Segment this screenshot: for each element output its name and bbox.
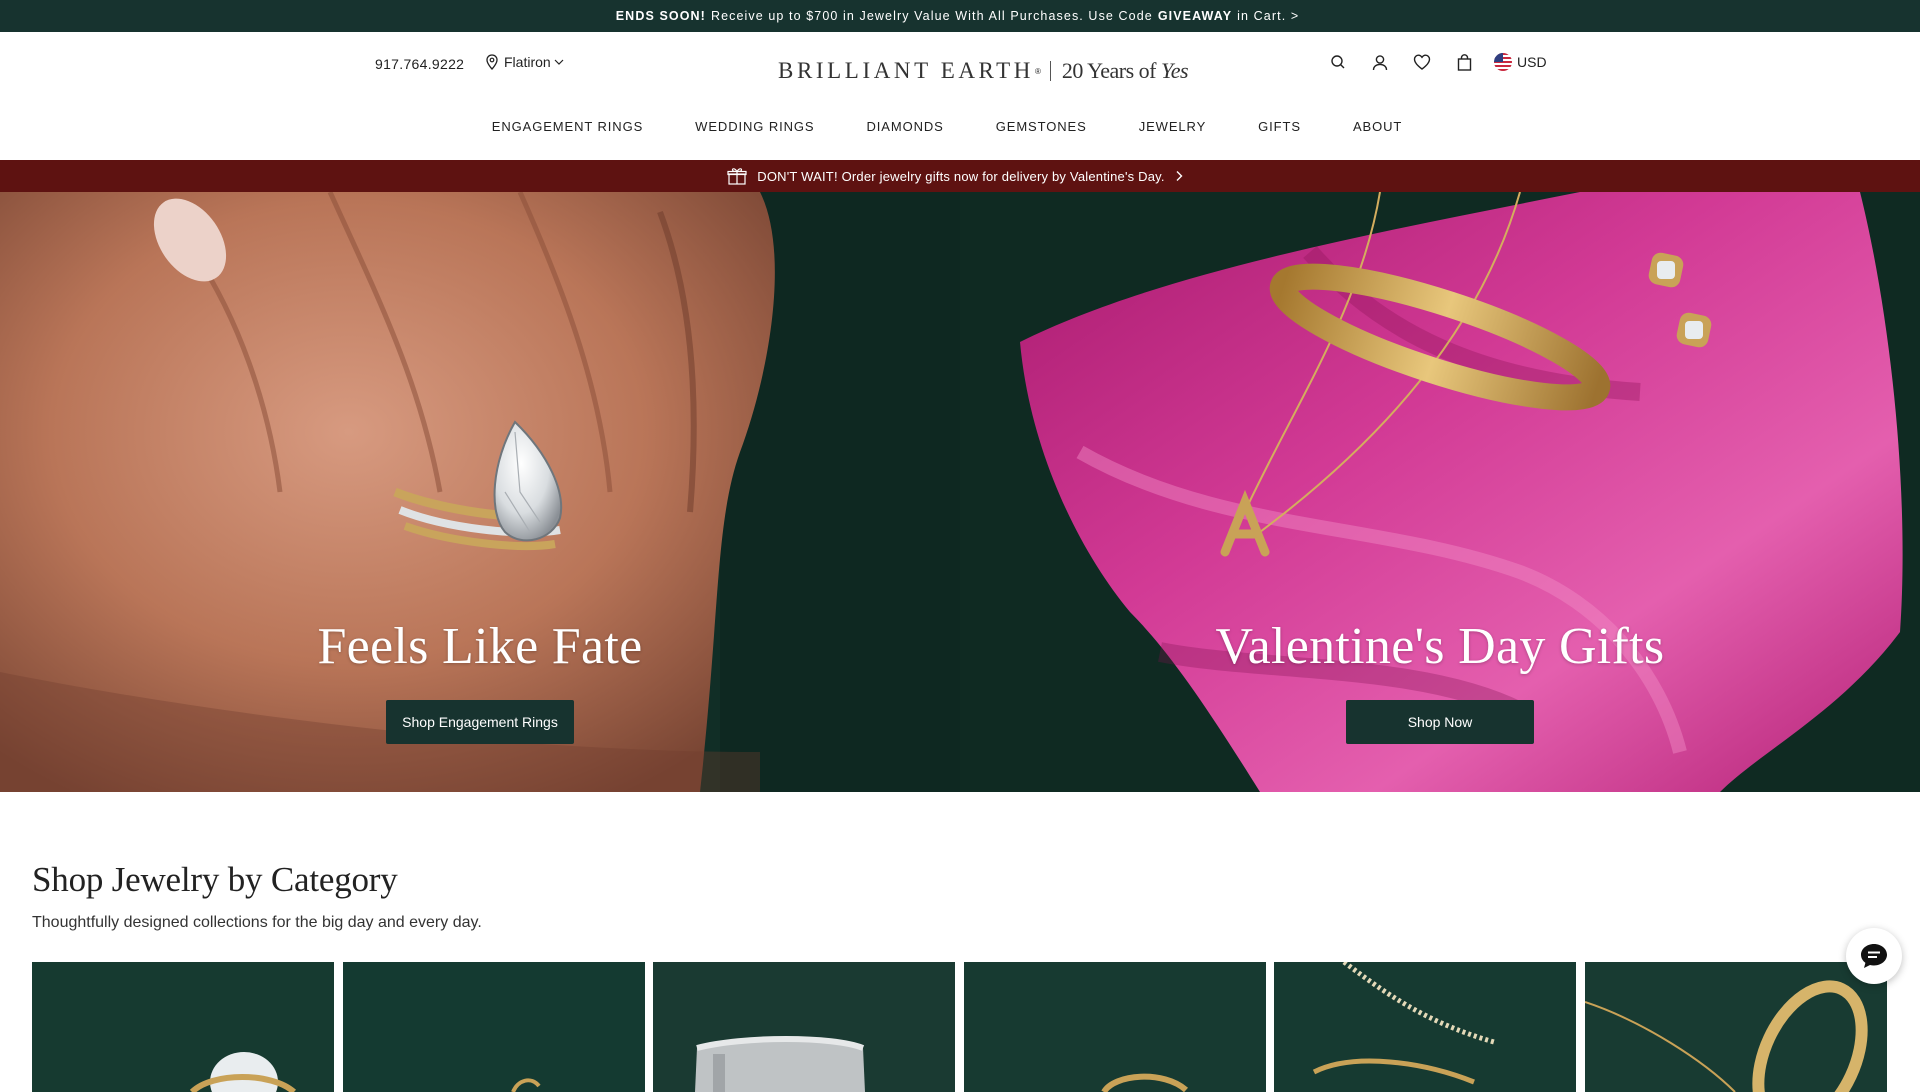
category-tile-bracelets[interactable] bbox=[1274, 962, 1577, 1092]
us-flag-icon bbox=[1494, 53, 1512, 71]
gold-band-image bbox=[963, 962, 1266, 1092]
diamond-ring-image bbox=[32, 962, 334, 1092]
header-actions: USD bbox=[1328, 52, 1547, 72]
hero-left-title: Feels Like Fate bbox=[317, 618, 643, 675]
shopping-bag-icon[interactable] bbox=[1454, 52, 1474, 72]
search-icon[interactable] bbox=[1328, 52, 1348, 72]
gift-icon bbox=[727, 168, 747, 185]
hero-engagement[interactable]: Feels Like Fate Shop Engagement Rings bbox=[0, 192, 960, 792]
promo-banner[interactable]: ENDS SOON! Receive up to $700 in Jewelry… bbox=[0, 0, 1920, 32]
category-section-title: Shop Jewelry by Category bbox=[32, 860, 398, 899]
site-header: 917.764.9222 Flatiron BRILLIANT EARTH ® 2… bbox=[0, 32, 1920, 160]
category-tile-mens[interactable] bbox=[653, 962, 956, 1092]
category-tile-wedding[interactable] bbox=[963, 962, 1266, 1092]
brand-tagline: 20 Years of Yes bbox=[1061, 58, 1189, 84]
store-name: Flatiron bbox=[504, 54, 551, 70]
category-tiles bbox=[32, 962, 1896, 1092]
registered-mark: ® bbox=[1034, 66, 1041, 76]
store-selector[interactable]: Flatiron bbox=[485, 54, 569, 70]
nav-wedding-rings[interactable]: WEDDING RINGS bbox=[695, 119, 814, 134]
promo-lead: ENDS SOON! bbox=[615, 9, 706, 23]
hero-valentines[interactable]: Valentine's Day Gifts Shop Now bbox=[960, 192, 1920, 792]
shop-now-button[interactable]: Shop Now bbox=[1346, 700, 1534, 744]
gold-ring-image bbox=[342, 962, 645, 1092]
gold-bangle-image bbox=[1584, 962, 1887, 1092]
category-section-subtitle: Thoughtfully designed collections for th… bbox=[32, 914, 482, 931]
chat-button[interactable] bbox=[1846, 928, 1902, 984]
promo-code: GIVEAWAY bbox=[1157, 9, 1233, 23]
category-tile-necklaces[interactable] bbox=[1584, 962, 1887, 1092]
chat-bubble-icon bbox=[1861, 944, 1887, 968]
nav-about[interactable]: ABOUT bbox=[1353, 119, 1402, 134]
chevron-right-icon bbox=[1176, 171, 1183, 181]
currency-label: USD bbox=[1517, 54, 1547, 70]
brand-name: BRILLIANT EARTH bbox=[778, 58, 1034, 83]
nav-diamonds[interactable]: DIAMONDS bbox=[866, 119, 943, 134]
gift-banner-text: DON'T WAIT! Order jewelry gifts now for … bbox=[757, 168, 1165, 184]
promo-text: Receive up to $700 in Jewelry Value With… bbox=[710, 9, 1153, 23]
gift-delivery-banner[interactable]: DON'T WAIT! Order jewelry gifts now for … bbox=[0, 160, 1920, 192]
main-nav: ENGAGEMENT RINGS WEDDING RINGS DIAMONDS … bbox=[0, 119, 1920, 134]
category-tile-engagement[interactable] bbox=[32, 962, 334, 1092]
logo-divider bbox=[1049, 61, 1051, 81]
account-icon[interactable] bbox=[1370, 52, 1390, 72]
shop-engagement-rings-button[interactable]: Shop Engagement Rings bbox=[386, 700, 574, 744]
tagline-text: 20 Years of bbox=[1061, 58, 1157, 83]
currency-selector[interactable]: USD bbox=[1494, 53, 1547, 71]
category-tile-rings[interactable] bbox=[342, 962, 645, 1092]
nav-gifts[interactable]: GIFTS bbox=[1258, 119, 1301, 134]
phone-number[interactable]: 917.764.9222 bbox=[375, 56, 464, 72]
nav-engagement-rings[interactable]: ENGAGEMENT RINGS bbox=[492, 119, 643, 134]
mens-band-image bbox=[653, 962, 956, 1092]
tagline-script: Yes bbox=[1161, 58, 1189, 83]
nav-jewelry[interactable]: JEWELRY bbox=[1139, 119, 1206, 134]
nav-gemstones[interactable]: GEMSTONES bbox=[996, 119, 1087, 134]
location-pin-icon bbox=[486, 54, 498, 70]
tennis-bracelet-image bbox=[1274, 962, 1577, 1092]
chevron-down-icon bbox=[554, 59, 564, 65]
promo-tail: in Cart. > bbox=[1237, 9, 1300, 23]
hero-right-title: Valentine's Day Gifts bbox=[1215, 618, 1665, 675]
wishlist-heart-icon[interactable] bbox=[1412, 52, 1432, 72]
brand-logo[interactable]: BRILLIANT EARTH ® 20 Years of Yes bbox=[778, 58, 1189, 84]
